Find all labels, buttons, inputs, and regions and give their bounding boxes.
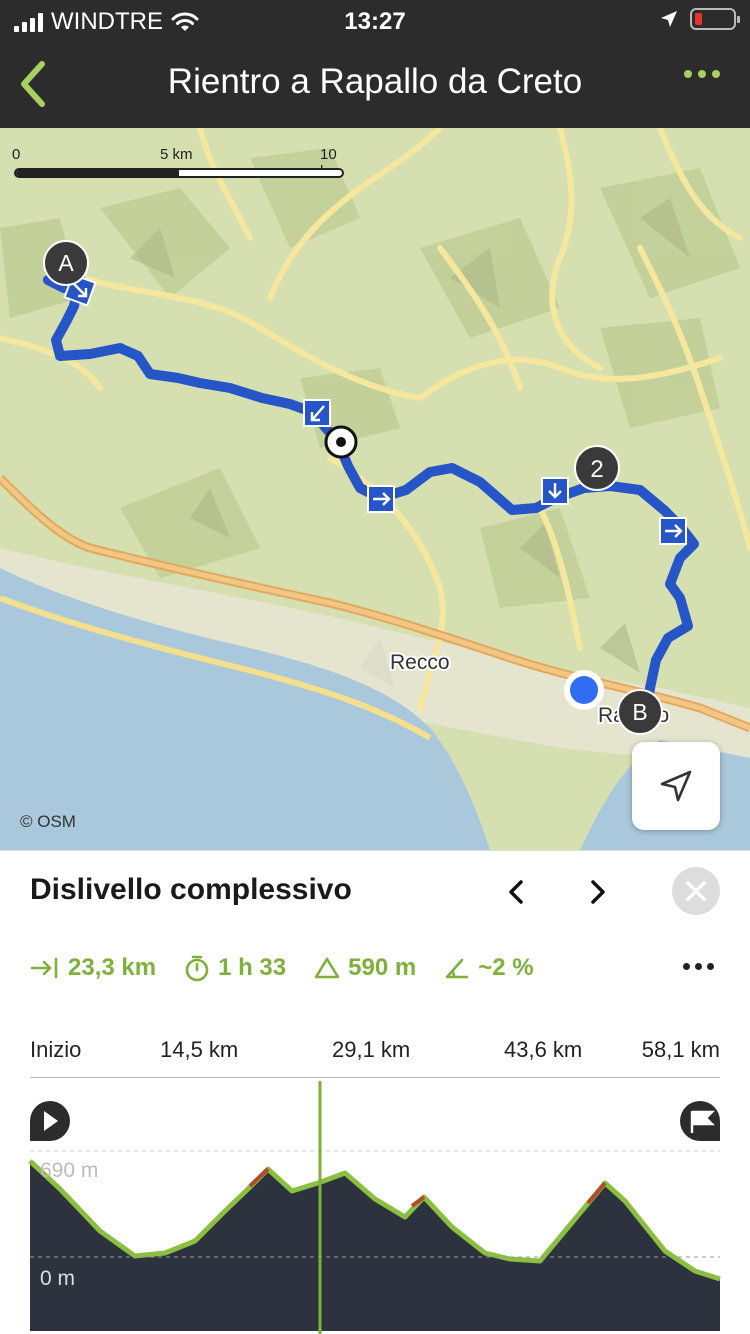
status-bar: WINDTRE 13:27 — [0, 0, 750, 40]
finish-pin — [680, 1101, 720, 1141]
page-title: Rientro a Rapallo da Creto — [167, 62, 583, 101]
dot-icon — [698, 70, 706, 78]
nav-bar: Rientro a Rapallo da Creto — [0, 40, 750, 128]
duration-value: 1 h 33 — [218, 954, 287, 981]
axis-tick-label: 58,1 km — [641, 1037, 720, 1062]
scale-label: 0 — [12, 146, 21, 163]
previous-button[interactable] — [502, 877, 532, 907]
axis-tick-label: 14,5 km — [160, 1037, 239, 1062]
waypoint-label: B — [632, 699, 647, 725]
close-button[interactable] — [672, 867, 720, 915]
direction-arrow-icon — [303, 399, 331, 427]
dot-icon — [712, 70, 720, 78]
waypoint-marker-b[interactable]: B — [617, 689, 663, 735]
elevation-max-label: 690 m — [40, 1159, 98, 1182]
place-label-recco: Recco — [390, 651, 450, 674]
elevation-profile[interactable]: 690 m 0 m — [0, 1081, 750, 1334]
waypoint-label: A — [58, 250, 74, 276]
axis-tick-label: 43,6 km — [504, 1037, 583, 1062]
start-pin — [30, 1101, 70, 1141]
ascent-value: 590 m — [348, 954, 417, 981]
map-attribution: © OSM — [20, 812, 76, 831]
scale-bar — [14, 168, 344, 178]
scale-label: 5 km — [160, 146, 193, 163]
clock: 13:27 — [344, 8, 406, 35]
axis-tick-label: Inizio — [30, 1037, 82, 1062]
battery-icon — [690, 8, 740, 30]
dot-icon — [707, 963, 714, 970]
map-scale-bar: 0 5 km 10 km — [12, 146, 346, 186]
stat-distance: 23,3 km — [30, 954, 156, 982]
elevation-sheet: Dislivello complessivo 23,3 km 1 h 33 59… — [0, 850, 750, 1334]
direction-arrow-icon — [367, 485, 395, 513]
ascent-icon — [314, 957, 340, 979]
stats-more-button[interactable] — [683, 963, 714, 970]
distance-axis-line — [30, 1077, 720, 1078]
navigation-arrow-icon — [660, 770, 692, 802]
dot-icon — [695, 963, 702, 970]
elevation-area — [30, 1161, 720, 1331]
locate-button[interactable] — [632, 742, 720, 830]
elevation-min-label: 0 m — [40, 1267, 75, 1290]
distance-value: 23,3 km — [68, 954, 157, 981]
more-options-button[interactable] — [684, 70, 720, 78]
sheet-title: Dislivello complessivo — [30, 873, 352, 906]
stat-ascent: 590 m — [314, 954, 416, 982]
stopwatch-icon — [185, 955, 209, 982]
axis-tick-label: 29,1 km — [332, 1037, 411, 1062]
map-canvas[interactable]: Recco Rapallo A 2 B — [0, 128, 750, 850]
route-stats: 23,3 km 1 h 33 590 m ~2 % — [30, 951, 720, 985]
distance-icon — [30, 957, 58, 979]
stat-gradient: ~2 % — [444, 954, 534, 982]
gradient-icon — [445, 958, 469, 979]
close-icon — [686, 881, 706, 901]
profile-position-marker — [324, 425, 358, 459]
waypoint-marker-2[interactable]: 2 — [574, 445, 620, 491]
dot-icon — [683, 963, 690, 970]
direction-arrow-icon — [659, 517, 687, 545]
direction-arrow-icon — [541, 477, 569, 505]
gradient-value: ~2 % — [478, 954, 534, 981]
chevron-right-icon — [591, 880, 605, 904]
waypoint-marker-a[interactable]: A — [43, 240, 89, 286]
distance-axis: Inizio 14,5 km 29,1 km 43,6 km 58,1 km — [30, 1037, 720, 1077]
stat-duration: 1 h 33 — [184, 954, 286, 982]
chevron-left-icon — [509, 880, 523, 904]
dot-icon — [684, 70, 692, 78]
waypoint-label: 2 — [590, 456, 603, 483]
location-arrow-icon — [661, 11, 677, 27]
map-view[interactable]: Recco Rapallo A 2 B 0 5 km 10 km © OSM — [0, 128, 750, 850]
next-button[interactable] — [582, 877, 612, 907]
